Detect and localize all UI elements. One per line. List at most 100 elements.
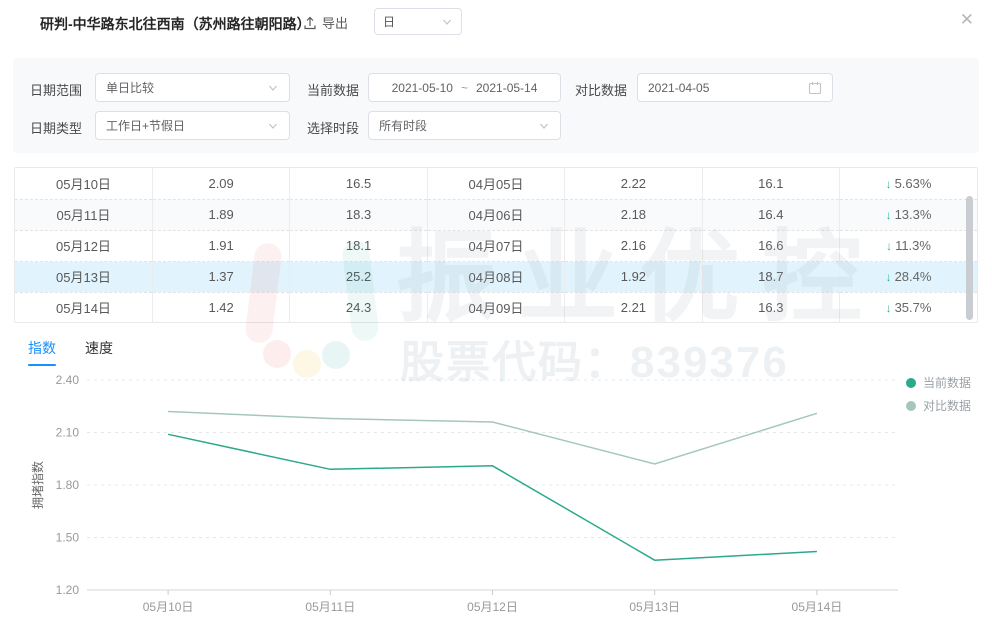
compare-data-label: 对比数据 [575, 80, 627, 99]
table-row[interactable]: 05月12日1.9118.104月07日2.1616.6↓11.3% [15, 230, 977, 261]
tab-index[interactable]: 指数 [28, 338, 56, 366]
table-cell-cmp_date: 04月09日 [427, 292, 564, 323]
range-separator: ~ [461, 81, 468, 95]
current-start-date: 2021-05-10 [392, 81, 453, 95]
export-label: 导出 [322, 13, 348, 32]
table-cell-date: 05月13日 [15, 261, 152, 292]
change-percent: 13.3% [895, 207, 932, 222]
calendar-icon [808, 81, 822, 95]
table-cell-index: 1.89 [152, 199, 289, 230]
y-tick-label: 2.40 [56, 373, 80, 387]
y-tick-label: 1.50 [56, 531, 80, 545]
table-cell-cmp_speed: 16.6 [702, 230, 839, 261]
table-row[interactable]: 05月13日1.3725.204月08日1.9218.7↓28.4% [15, 261, 977, 292]
tab-speed[interactable]: 速度 [85, 338, 113, 366]
table-cell-change: ↓13.3% [840, 199, 977, 230]
table-cell-speed: 16.5 [290, 168, 427, 199]
table-cell-speed: 18.1 [290, 230, 427, 261]
chevron-down-icon [267, 82, 279, 94]
chevron-down-icon [538, 120, 550, 132]
watermark-logo-pink-dot [263, 340, 291, 368]
table-cell-date: 05月10日 [15, 168, 152, 199]
series-line-对比数据 [168, 412, 817, 465]
table-row[interactable]: 05月11日1.8918.304月06日2.1816.4↓13.3% [15, 199, 977, 230]
table-cell-cmp_date: 04月06日 [427, 199, 564, 230]
table-cell-cmp_index: 2.16 [565, 230, 702, 261]
legend-label: 当前数据 [923, 375, 971, 390]
y-tick-label: 1.80 [56, 478, 80, 492]
index-line-chart: 2.40 2.10 1.80 1.50 1.20 拥堵指数 05月10日 05月11日 05月1… [0, 370, 992, 624]
period-select-value: 日 [383, 13, 395, 30]
current-data-daterange[interactable]: 2021-05-10 ~ 2021-05-14 [368, 73, 561, 102]
chevron-down-icon [441, 16, 453, 28]
table-cell-cmp_date: 04月05日 [427, 168, 564, 199]
chart-canvas: 2.40 2.10 1.80 1.50 1.20 拥堵指数 05月10日 05月11日 05月1… [0, 370, 992, 624]
legend-label: 对比数据 [923, 398, 971, 413]
table-cell-cmp_speed: 16.4 [702, 199, 839, 230]
table-cell-speed: 25.2 [290, 261, 427, 292]
change-percent: 11.3% [895, 238, 931, 253]
table-cell-speed: 18.3 [290, 199, 427, 230]
date-range-label: 日期范围 [30, 80, 82, 99]
y-tick-label: 1.20 [56, 583, 80, 597]
close-icon[interactable]: ✕ [960, 11, 974, 28]
change-percent: 5.63% [895, 176, 932, 191]
down-arrow-icon: ↓ [886, 208, 892, 222]
table-cell-cmp_index: 2.18 [565, 199, 702, 230]
page-title: 研判-中华路东北往西南（苏州路往朝阳路） [40, 14, 311, 34]
y-axis-label: 拥堵指数 [30, 461, 45, 509]
compare-data-datepicker[interactable]: 2021-04-05 [637, 73, 833, 102]
legend-item[interactable]: 当前数据 [906, 375, 971, 390]
table-cell-date: 05月11日 [15, 199, 152, 230]
legend-dot [906, 401, 916, 411]
date-type-select[interactable]: 工作日+节假日 [95, 111, 290, 140]
table-cell-cmp_speed: 16.3 [702, 292, 839, 323]
table-cell-index: 1.42 [152, 292, 289, 323]
time-period-select[interactable]: 所有时段 [368, 111, 561, 140]
table-cell-cmp_index: 2.22 [565, 168, 702, 199]
comparison-table: 05月10日2.0916.504月05日2.2216.1↓5.63%05月11日… [14, 167, 978, 323]
table-cell-speed: 24.3 [290, 292, 427, 323]
change-percent: 35.7% [895, 300, 932, 315]
x-tick-label: 05月13日 [629, 600, 680, 614]
compare-date-value: 2021-04-05 [648, 81, 709, 95]
table-row[interactable]: 05月14日1.4224.304月09日2.2116.3↓35.7% [15, 292, 977, 323]
chevron-down-icon [267, 120, 279, 132]
traffic-analysis-modal: 研判-中华路东北往西南（苏州路往朝阳路） 导出 日 ✕ 日期范围 单日比较 当前… [0, 0, 992, 624]
date-range-select[interactable]: 单日比较 [95, 73, 290, 102]
table-cell-index: 2.09 [152, 168, 289, 199]
legend-item[interactable]: 对比数据 [906, 398, 971, 413]
legend-dot [906, 378, 916, 388]
table-row[interactable]: 05月10日2.0916.504月05日2.2216.1↓5.63% [15, 168, 977, 199]
x-tick-label: 05月14日 [792, 600, 843, 614]
table-cell-change: ↓35.7% [840, 292, 977, 323]
table-cell-change: ↓28.4% [840, 261, 977, 292]
x-tick-label: 05月11日 [305, 600, 355, 614]
table-cell-date: 05月14日 [15, 292, 152, 323]
time-period-value: 所有时段 [379, 117, 427, 134]
table-cell-cmp_speed: 16.1 [702, 168, 839, 199]
chart-tabs: 指数 速度 [28, 338, 113, 366]
watermark-logo-teal-dot [322, 341, 350, 369]
table-scrollbar[interactable] [966, 196, 973, 320]
down-arrow-icon: ↓ [886, 177, 892, 191]
current-end-date: 2021-05-14 [476, 81, 537, 95]
table-cell-cmp_date: 04月08日 [427, 261, 564, 292]
table-cell-change: ↓11.3% [840, 230, 977, 261]
current-data-label: 当前数据 [307, 80, 359, 99]
series-line-当前数据 [168, 434, 817, 560]
down-arrow-icon: ↓ [886, 301, 892, 315]
down-arrow-icon: ↓ [886, 270, 892, 284]
filter-panel: 日期范围 单日比较 当前数据 2021-05-10 ~ 2021-05-14 对… [13, 58, 979, 153]
y-tick-label: 2.10 [56, 426, 80, 440]
table-cell-change: ↓5.63% [840, 168, 977, 199]
x-tick-label: 05月10日 [143, 600, 194, 614]
table-cell-date: 05月12日 [15, 230, 152, 261]
table-cell-cmp_index: 1.92 [565, 261, 702, 292]
export-button[interactable]: 导出 [303, 13, 348, 32]
date-type-label: 日期类型 [30, 118, 82, 137]
change-percent: 28.4% [895, 269, 932, 284]
period-select[interactable]: 日 [374, 8, 462, 35]
table-cell-cmp_index: 2.21 [565, 292, 702, 323]
date-type-value: 工作日+节假日 [106, 117, 185, 134]
